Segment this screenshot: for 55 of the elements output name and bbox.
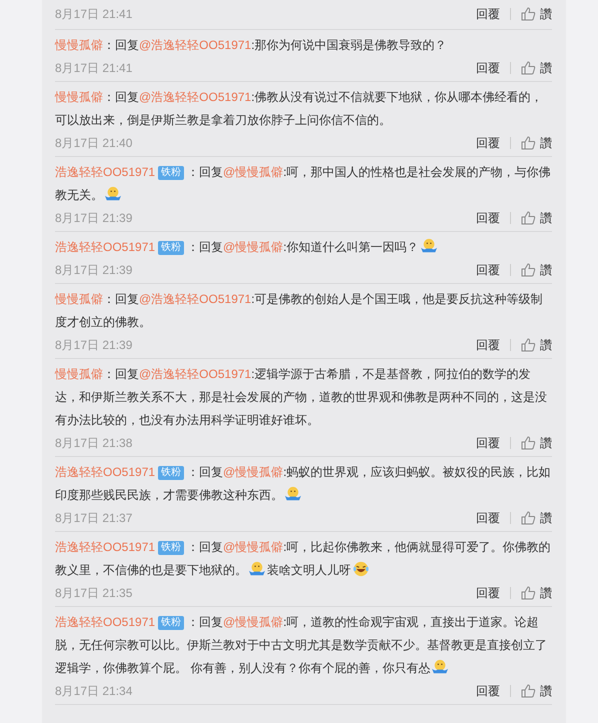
thumbs-up-icon xyxy=(521,338,536,352)
comment-text: 浩逸轻轻OO51971 铁粉 ：回复@慢慢孤僻:蚂蚁的世界观，应该归蚂蚁。被奴役的民族，比如印度那些贱民民族，才需要佛教这种东西。 xyxy=(55,464,552,504)
comment-time: 8月17日 21:39 xyxy=(55,262,134,278)
comment-text: 浩逸轻轻OO51971 铁粉 ：回复@慢慢孤僻:呵，那中国人的性格也是社会发展的产物，与你佛教无关。 xyxy=(55,164,552,204)
reply-link[interactable]: 回覆 xyxy=(476,208,500,226)
thumbs-up-icon xyxy=(521,586,536,600)
like-button[interactable]: 讚 xyxy=(521,508,552,526)
like-button[interactable]: 讚 xyxy=(521,584,552,602)
shrug-emoji-icon xyxy=(420,238,438,254)
like-button[interactable]: 讚 xyxy=(521,208,552,226)
like-button[interactable]: 讚 xyxy=(521,4,552,22)
comment-text: 慢慢孤僻：回复@浩逸轻轻OO51971:逻辑学源于古希腊，不是基督教，阿拉伯的数学的发达，和伊斯兰教关系不大，那是社会发展的产物，道教的世界观和佛教是两种不同的，这是没有办法比较的，也没有办法用科学证明谁好谁坏。 xyxy=(55,366,548,429)
like-button[interactable]: 讚 xyxy=(521,260,552,278)
reply-link[interactable]: 回覆 xyxy=(476,434,500,452)
thumbs-up-icon xyxy=(521,510,536,524)
comment-time: 8月17日 21:38 xyxy=(55,434,134,452)
thumbs-up-icon xyxy=(521,684,536,698)
reply-link[interactable]: 回覆 xyxy=(476,134,500,152)
thumbs-up-icon xyxy=(521,436,536,450)
laughing-emoji-icon xyxy=(352,561,370,577)
thumbs-up-icon xyxy=(521,6,536,20)
like-button[interactable]: 讚 xyxy=(521,134,552,152)
reply-link[interactable]: 回覆 xyxy=(476,584,500,602)
reply-link[interactable]: 回覆 xyxy=(476,336,500,354)
shrug-emoji-icon xyxy=(431,659,450,675)
comment-text: 浩逸轻轻OO51971 铁粉 ：回复@慢慢孤僻:你知道什么叫第一因吗？ xyxy=(55,236,552,259)
comment-time: 8月17日 21:39 xyxy=(55,210,134,226)
thumbs-up-icon xyxy=(521,60,536,74)
like-button[interactable]: 讚 xyxy=(521,336,552,354)
shrug-emoji-icon xyxy=(104,186,122,202)
comment-text: 慢慢孤僻：回复@浩逸轻轻OO51971:可是佛教的创始人是个国王哦，他是要反抗这种等级制度才创立的佛教。 xyxy=(55,291,544,331)
comment-text: 慢慢孤僻：回复@浩逸轻轻OO51971:那你为何说中国衰弱是佛教导致的？ xyxy=(55,37,448,54)
comment-time: 8月17日 21:34 xyxy=(55,682,134,700)
comment-text: 浩逸轻轻OO51971 铁粉 ：回复@慢慢孤僻:呵，比起你佛教来，他俩就显得可爱了。你佛教的教义里，不信佛的也是要下地狱的。 装啥文明人儿呀 xyxy=(55,539,552,579)
like-button[interactable]: 讚 xyxy=(521,58,552,76)
shrug-emoji-icon xyxy=(284,486,302,502)
comment-time: 8月17日 21:39 xyxy=(55,336,134,354)
comment-time: 8月17日 21:35 xyxy=(55,584,134,602)
reply-link[interactable]: 回覆 xyxy=(476,58,500,76)
reply-link[interactable]: 回覆 xyxy=(476,260,500,278)
like-button[interactable]: 讚 xyxy=(521,434,552,452)
reply-link[interactable]: 回覆 xyxy=(476,682,500,700)
comment-time: 8月17日 21:41 xyxy=(55,60,134,76)
shrug-emoji-icon xyxy=(248,561,266,577)
comment-time: 8月17日 21:41 xyxy=(55,6,134,22)
comment-time: 8月17日 21:37 xyxy=(55,510,134,526)
thumbs-up-icon xyxy=(521,136,536,150)
thumbs-up-icon xyxy=(521,262,536,276)
comment-time: 8月17日 21:40 xyxy=(55,134,134,152)
like-button[interactable]: 讚 xyxy=(521,682,552,700)
comment-text: 浩逸轻轻OO51971 铁粉 ：回复@慢慢孤僻:呵，道教的性命观宇宙观，直接出于道家。论超脱，无任何宗教可以比。伊斯兰教对于中古文明尤其是数学贡献不少。基督教更是直接创立了逻辑学，你佛教算个屁。 你有善，别人没有？你有个屁的善，你只有怂 xyxy=(55,614,548,677)
thumbs-up-icon xyxy=(521,210,536,224)
reply-link[interactable]: 回覆 xyxy=(476,508,500,526)
comment-text: 慢慢孤僻：回复@浩逸轻轻OO51971:佛教从没有说过不信就要下地狱，你从哪本佛经看的，可以放出来，倒是伊斯兰教是拿着刀放你脖子上问你信不信的。 xyxy=(55,89,544,129)
reply-link[interactable]: 回覆 xyxy=(476,4,500,22)
